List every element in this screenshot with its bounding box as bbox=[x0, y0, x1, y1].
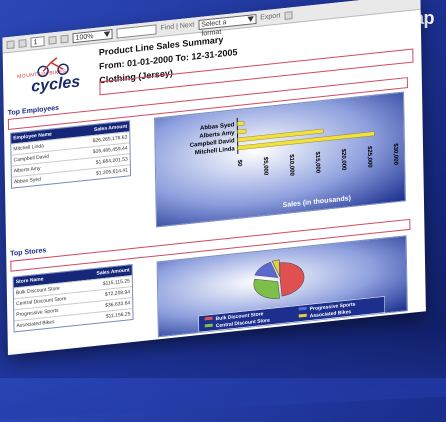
bar-x-tick-label: $25,000 bbox=[366, 146, 372, 169]
zoom-select[interactable]: 100% bbox=[72, 28, 113, 43]
bar-chart-svg: Abbas SyedAlberts AmyCampbell DavidMitch… bbox=[190, 117, 398, 209]
pie-slice bbox=[253, 278, 280, 299]
logo-wordmark: cycles bbox=[31, 73, 81, 96]
bar-x-tick-label: $15,000 bbox=[314, 151, 320, 174]
last-page-button[interactable] bbox=[60, 34, 69, 43]
employees-table: Employee Name Sales Amount Mitchell Lind… bbox=[10, 120, 132, 189]
stores-section-title: Top Stores bbox=[10, 247, 47, 258]
page-number-input[interactable]: 1 bbox=[30, 35, 45, 48]
print-icon[interactable] bbox=[284, 10, 293, 20]
bar-x-tick-label: $0 bbox=[236, 159, 242, 167]
company-logo: MOUNTAIN BIKES cycles bbox=[17, 51, 88, 102]
find-input[interactable] bbox=[116, 23, 157, 39]
find-next-link[interactable]: Find | Next bbox=[160, 21, 194, 32]
pie-slice bbox=[279, 262, 305, 297]
bar-x-tick-label: $5,000 bbox=[262, 157, 268, 177]
bar-x-tick-label: $20,000 bbox=[340, 149, 346, 172]
report-sheet: 1 100% Find | Next Select a format Expor… bbox=[2, 0, 426, 356]
first-page-button[interactable] bbox=[6, 39, 15, 49]
bar bbox=[237, 128, 247, 135]
store-name: Associated Bikes bbox=[16, 319, 55, 330]
format-select[interactable]: Select a format bbox=[198, 13, 257, 37]
bar-x-axis-label: Sales (in thousands) bbox=[283, 195, 351, 209]
bar bbox=[237, 121, 245, 127]
store-amount: $11,156.25 bbox=[105, 311, 131, 320]
stores-table: Store Name Sales Amount Bulk Discount St… bbox=[12, 263, 134, 333]
export-link[interactable]: Export bbox=[260, 12, 280, 21]
employee-sales-bar-chart: Abbas Syed Alberts Amy Campbell David Mitch… bbox=[154, 91, 406, 228]
next-page-button[interactable] bbox=[48, 35, 57, 45]
employee-amount: $1,305,614.41 bbox=[95, 167, 128, 177]
prev-page-button[interactable] bbox=[18, 38, 27, 48]
bar-x-tick-label: $30,000 bbox=[392, 143, 398, 166]
bar-x-tick-label: $10,000 bbox=[288, 154, 294, 177]
employee-name: Abbas Syed bbox=[13, 176, 41, 186]
report-stage: 1 100% Find | Next Select a format Expor… bbox=[0, 0, 446, 360]
